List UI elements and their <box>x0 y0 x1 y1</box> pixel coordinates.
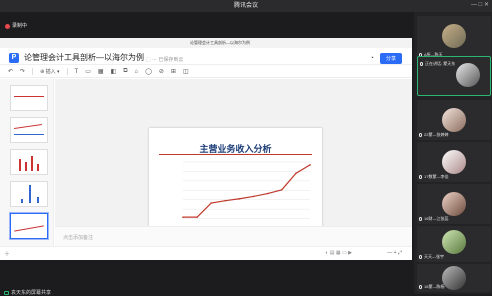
thumbnail-chart-bar <box>31 156 33 171</box>
app-logo-icon: P <box>9 53 19 63</box>
mic-icon <box>419 217 422 221</box>
screen-share-indicator: 袁天东的屏幕共享 <box>4 289 51 296</box>
data-point <box>309 164 311 166</box>
participant-tile[interactable]: A所—陈天 <box>417 16 491 60</box>
participant-avatar <box>442 108 466 132</box>
doc-window-titlebar: 论管理会计工具剖析—以海尔为例 <box>0 38 412 48</box>
text-tool-icon[interactable]: T <box>75 69 79 75</box>
data-point <box>252 195 255 198</box>
share-button[interactable]: 分享 <box>379 53 402 64</box>
mic-icon <box>419 285 422 289</box>
participant-avatar <box>442 230 466 254</box>
home-tool-icon[interactable]: ⌂ <box>135 69 139 75</box>
participant-name: 17数蒙—李佳 <box>419 174 448 180</box>
data-point <box>280 189 283 191</box>
participant-avatar <box>442 192 466 216</box>
notes-area[interactable]: 点击添加备注 <box>55 226 412 246</box>
window-controls[interactable]: — □ ✕ <box>471 1 489 8</box>
participant-tile[interactable]: 天天—张宇 <box>417 226 491 262</box>
slide-thumbnail[interactable] <box>10 149 48 175</box>
thumbnail-chart-bar <box>37 197 39 203</box>
doc-header: P 论管理会计工具剖析—以海尔为例 ☆ ⬚ ⋯ 已保存到云 ◔ 分享 <box>0 48 412 65</box>
participant-tile[interactable]: 22蒙—张婷婷 <box>417 100 491 140</box>
slide-thumbnail[interactable] <box>10 181 48 207</box>
data-point <box>266 192 269 195</box>
app-title-bar: 腾讯会议 — □ ✕ <box>0 0 492 12</box>
record-icon <box>5 24 10 29</box>
toolbar-divider <box>66 68 68 75</box>
data-point <box>295 172 297 175</box>
table-tool-icon[interactable]: ▦ <box>98 68 104 75</box>
app-title: 腾讯会议 <box>233 3 258 9</box>
view-mode-icons[interactable]: ◐ ▤ ▦ ▭ ▶ <box>325 250 352 256</box>
participant-tile[interactable]: 16财—江张蕊 <box>417 184 491 224</box>
header-actions: ◔ 分享 <box>370 53 402 64</box>
status-bar: ＋ ◐ ▤ ▦ ▭ ▶ — + ⤢ <box>0 246 412 260</box>
data-point <box>196 216 198 218</box>
recording-badge[interactable]: 录制中 <box>5 22 27 31</box>
clear-tool-icon[interactable]: ⊘ <box>159 68 164 75</box>
insert-button[interactable]: ⊕ 插入 ▾ <box>40 68 59 75</box>
thumbnail-chart-bar <box>19 159 21 171</box>
thumbnail-chart-line <box>14 134 44 135</box>
data-point <box>238 197 241 200</box>
title-underline <box>159 154 312 155</box>
recording-label: 录制中 <box>12 23 28 29</box>
mic-icon <box>419 133 422 137</box>
participant-name: 天天—张宇 <box>419 254 444 260</box>
slide-thumbnail-active[interactable] <box>10 213 48 239</box>
participant-name: 16财—江张蕊 <box>419 216 448 222</box>
participant-avatar <box>442 266 466 290</box>
add-slide-button[interactable]: ＋ <box>4 249 10 258</box>
thumbnail-chart-line <box>14 124 42 129</box>
thumbnail-chart-line <box>14 225 44 232</box>
mic-icon <box>419 175 422 179</box>
meeting-bottom-bar: 袁天东的屏幕共享 <box>0 260 412 296</box>
grid-tool-icon[interactable]: ⊞ <box>171 68 176 75</box>
participant-name: 正在讲话: 蒙天东 <box>420 61 455 67</box>
thumbnail-chart-bar <box>25 162 27 171</box>
participant-tile-speaking[interactable]: 正在讲话: 蒙天东 <box>417 56 491 96</box>
participant-avatar <box>442 24 466 48</box>
zoom-controls[interactable]: — + ⤢ <box>387 250 402 256</box>
participant-avatar <box>456 63 480 87</box>
doc-header-icons[interactable]: ☆ ⬚ ⋯ 已保存到云 <box>140 56 183 63</box>
sharer-name: 袁天东的屏幕共享 <box>11 290 52 296</box>
toolbar-divider <box>32 68 34 75</box>
notes-placeholder: 点击添加备注 <box>63 235 94 241</box>
data-point <box>224 199 227 202</box>
shared-screen: 论管理会计工具剖析—以海尔为例 P 论管理会计工具剖析—以海尔为例 ☆ ⬚ ⋯ … <box>0 38 412 260</box>
toolbar: ↶ ↷ ⊕ 插入 ▾ T ▭ ▦ ◧ ⧉ ⌂ ◯ ⊘ ⊞ ◫ <box>0 66 412 78</box>
layout-tool-icon[interactable]: ◫ <box>183 68 189 75</box>
thumbnail-chart-bar <box>37 164 39 171</box>
shape-tool-icon[interactable]: ▭ <box>85 68 91 75</box>
slide-thumbnail-panel <box>0 79 54 260</box>
thumbnail-chart-bar <box>29 185 31 203</box>
doc-window-title: 论管理会计工具剖析—以海尔为例 <box>190 40 250 45</box>
image-tool-icon[interactable]: ◧ <box>111 68 117 75</box>
participant-avatar <box>442 150 466 174</box>
data-point <box>210 202 213 204</box>
data-point <box>182 216 184 218</box>
account-icon[interactable]: ◔ <box>370 55 374 62</box>
copy-tool-icon[interactable]: ⧉ <box>123 68 127 75</box>
participant-tile[interactable]: 16蒙—陈杨 <box>417 264 491 292</box>
participant-name: 22蒙—张婷婷 <box>419 132 448 138</box>
mic-icon <box>419 255 422 259</box>
undo-icon[interactable]: ↶ <box>8 68 13 75</box>
participant-name: 16蒙—陈杨 <box>419 284 444 290</box>
slide-thumbnail[interactable] <box>10 117 48 143</box>
participant-tile[interactable]: 17数蒙—李佳 <box>417 142 491 182</box>
circle-tool-icon[interactable]: ◯ <box>145 68 152 75</box>
thumbnail-chart-bar <box>21 199 23 203</box>
doc-title[interactable]: 论管理会计工具剖析—以海尔为例 <box>24 52 144 63</box>
redo-icon[interactable]: ↷ <box>20 68 25 75</box>
thumbnail-chart-line <box>14 96 44 97</box>
slide-thumbnail[interactable] <box>10 85 48 111</box>
participant-video-panel: A所—陈天 正在讲话: 蒙天东 22蒙—张婷婷 17数蒙—李佳 16财—江张蕊 … <box>414 12 492 294</box>
mic-icon <box>420 62 423 66</box>
